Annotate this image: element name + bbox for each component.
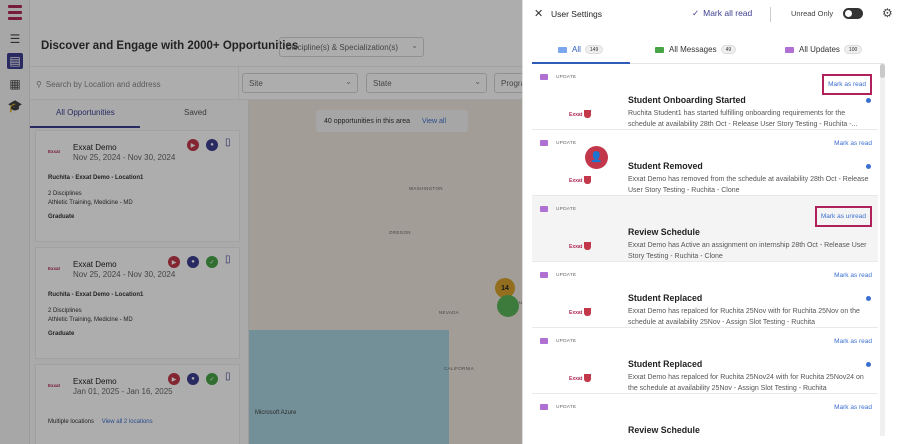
- tab-all-messages[interactable]: All Messages 49: [655, 36, 737, 63]
- notification-item[interactable]: UPDATE Mark as read Exxat Student Replac…: [532, 328, 878, 394]
- exxat-logo: Exxat: [569, 374, 592, 382]
- notification-body: Ruchita Student1 has started fulfilling …: [628, 110, 858, 128]
- logo-text: Exxat: [569, 112, 583, 118]
- notification-title: Student Replaced: [628, 359, 703, 369]
- app-root: ☰ ▤ ▦ 🎓 Discover and Engage with 2000+ O…: [0, 0, 902, 444]
- mark-as-read-button[interactable]: Mark as read: [834, 338, 872, 345]
- user-avatar-icon: 👤: [585, 146, 608, 169]
- notification-tag: UPDATE: [556, 75, 577, 80]
- exxat-logo: Exxat: [569, 176, 592, 184]
- notification-body: Exxat Demo has repalced for Ruchita 25No…: [628, 308, 860, 326]
- unread-dot: [866, 296, 871, 301]
- update-icon: [540, 206, 548, 212]
- scrollbar-thumb[interactable]: [880, 64, 885, 78]
- feed-scrollbar[interactable]: [880, 64, 885, 436]
- tab-messages-label: All Messages: [669, 45, 717, 54]
- modal-backdrop[interactable]: [0, 0, 522, 444]
- unread-dot: [866, 362, 871, 367]
- notification-tag: UPDATE: [556, 207, 577, 212]
- update-icon: [540, 338, 548, 344]
- notification-title: Student Removed: [628, 161, 703, 171]
- notification-body: Exxat Demo has Active an assignment on i…: [628, 242, 867, 260]
- tab-all-count: 149: [584, 45, 604, 54]
- notification-item[interactable]: UPDATE Mark as read Exxat Student Replac…: [532, 262, 878, 328]
- notification-body: Exxat Demo has repalced for Ruchita 25No…: [628, 374, 864, 392]
- mark-as-read-button[interactable]: Mark as read: [834, 140, 872, 147]
- notification-item[interactable]: UPDATE Mark as read Exxat Student Onboar…: [532, 64, 878, 130]
- tab-messages-count: 49: [720, 45, 737, 54]
- notification-body: Exxat Demo has removed from the schedule…: [628, 176, 869, 194]
- logo-text: Exxat: [569, 244, 583, 250]
- notification-tabs: All 149 All Messages 49 All Updates 100: [532, 36, 884, 64]
- update-icon: [540, 140, 548, 146]
- exxat-logo: Exxat: [569, 242, 592, 250]
- tab-all-updates[interactable]: All Updates 100: [785, 36, 863, 63]
- notification-tag: UPDATE: [556, 405, 577, 410]
- mark-as-read-button[interactable]: Mark as read: [834, 404, 872, 411]
- notification-title: Student Onboarding Started: [628, 95, 746, 105]
- drawer-header: ✕ User Settings ✓ Mark all read Unread On…: [523, 0, 902, 28]
- notification-feed: UPDATE Mark as read Exxat Student Onboar…: [532, 64, 878, 436]
- notification-title: Student Replaced: [628, 293, 703, 303]
- logo-text: Exxat: [569, 310, 583, 316]
- exxat-logo: Exxat: [569, 110, 592, 118]
- mark-as-unread-button[interactable]: Mark as unread: [814, 206, 872, 227]
- tab-updates-count: 100: [843, 45, 863, 54]
- notification-title: Review Schedule: [628, 425, 700, 435]
- mark-as-read-button[interactable]: Mark as read: [834, 272, 872, 279]
- unread-dot: [866, 164, 871, 169]
- notifications-drawer: ✕ User Settings ✓ Mark all read Unread On…: [522, 0, 902, 444]
- notification-tag: UPDATE: [556, 339, 577, 344]
- message-icon: [655, 46, 664, 53]
- unread-dot: [866, 98, 871, 103]
- gear-icon[interactable]: ⚙: [882, 6, 893, 20]
- tab-all[interactable]: All 149: [558, 36, 604, 63]
- tab-all-label: All: [572, 45, 581, 54]
- exxat-logo: Exxat: [569, 308, 592, 316]
- notification-item[interactable]: UPDATE Mark as unread Exxat Review Sched…: [532, 196, 878, 262]
- notification-tag: UPDATE: [556, 273, 577, 278]
- update-icon: [540, 74, 548, 80]
- close-icon[interactable]: ✕: [534, 7, 543, 20]
- notification-tag: UPDATE: [556, 141, 577, 146]
- tab-updates-label: All Updates: [799, 45, 840, 54]
- notification-title: Review Schedule: [628, 227, 700, 237]
- update-icon: [540, 272, 548, 278]
- mark-all-read-button[interactable]: ✓ Mark all read: [692, 8, 752, 19]
- logo-text: Exxat: [569, 178, 583, 184]
- mark-as-read-button[interactable]: Mark as read: [822, 74, 872, 95]
- inbox-icon: [558, 46, 567, 53]
- notification-item[interactable]: UPDATE Mark as read 👤 Exxat Student Remo…: [532, 130, 878, 196]
- drawer-title: User Settings: [551, 9, 603, 19]
- notification-item[interactable]: UPDATE Mark as read Review Schedule: [532, 394, 878, 436]
- unread-only-toggle[interactable]: [843, 8, 863, 19]
- header-divider: [770, 7, 771, 22]
- unread-only-label: Unread Only: [791, 9, 834, 18]
- check-icon: ✓: [692, 8, 700, 18]
- logo-text: Exxat: [569, 376, 583, 382]
- update-icon: [540, 404, 548, 410]
- update-icon: [785, 46, 794, 53]
- mark-all-read-label: Mark all read: [703, 8, 753, 18]
